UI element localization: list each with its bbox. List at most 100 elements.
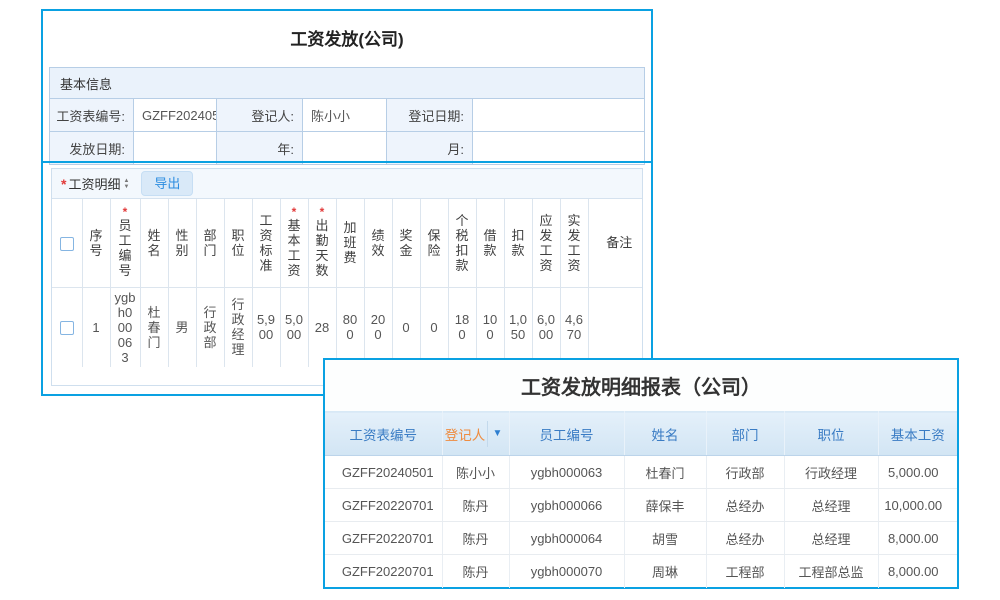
cell-insurance: 0 — [420, 287, 448, 367]
year-field[interactable] — [303, 132, 387, 165]
year-label: 年: — [217, 132, 303, 165]
col-emp-no: *员工编号 — [110, 199, 140, 287]
cell-base-salary: 5,000 — [280, 287, 308, 367]
col-deduction: 扣款 — [504, 199, 532, 287]
salary-detail-box: * 工资明细 ▲ ▼ 导出 — [51, 168, 643, 386]
col-gender: 性别 — [168, 199, 196, 287]
report-header-row: 工资表编号 登记人 ▼ 员工编号 姓名 部门 职位 基本工资 — [325, 412, 957, 456]
report-title: 工资发放明细报表（公司） — [325, 360, 957, 411]
register-date-label: 登记日期: — [387, 99, 473, 132]
cell-performance: 200 — [364, 287, 392, 367]
cell-bonus: 0 — [392, 287, 420, 367]
registrant-field[interactable]: 陈小小 — [303, 99, 387, 132]
report-col-dept[interactable]: 部门 — [706, 412, 784, 456]
base-salary-cell: 8,000.00 — [878, 522, 957, 555]
cell-dept: 行政部 — [196, 287, 224, 367]
cell-name: 杜春门 — [140, 287, 168, 367]
filter-dropdown-icon[interactable]: ▼ — [487, 421, 508, 447]
select-all-checkbox[interactable] — [60, 237, 74, 251]
cell-position: 行政经理 — [224, 287, 252, 367]
base-salary-cell: 8,000.00 — [878, 555, 957, 588]
month-field[interactable] — [473, 132, 645, 165]
select-all-cell — [52, 199, 82, 287]
col-seq: 序号 — [82, 199, 110, 287]
report-row: GZFF20240501 陈小小 ygbh000063 杜春门 行政部 行政经理… — [325, 456, 957, 489]
registrant-cell: 陈小小 — [442, 456, 509, 489]
dept-cell: 总经办 — [706, 522, 784, 555]
registrant-cell: 陈丹 — [442, 522, 509, 555]
detail-header-row: 序号 *员工编号 姓名 性别 部门 职位 工资标准 *基本工资 *出勤天数 加班… — [52, 199, 643, 287]
cell-remark — [588, 287, 643, 367]
base-salary-cell: 5,000.00 — [878, 456, 957, 489]
salary-sheet-no-link[interactable]: GZFF20220701 — [325, 522, 442, 555]
registrant-label: 登记人: — [217, 99, 303, 132]
report-col-registrant[interactable]: 登记人 ▼ — [442, 412, 509, 456]
dept-cell: 总经办 — [706, 489, 784, 522]
basic-info-section: 基本信息 工资表编号: GZFF20240501 登记人: 陈小小 登记日期: … — [43, 67, 651, 165]
register-date-field[interactable] — [473, 99, 645, 132]
row-checkbox[interactable] — [60, 321, 74, 335]
cell-deduction: 1,050 — [504, 287, 532, 367]
col-bonus: 奖金 — [392, 199, 420, 287]
employee-name-link[interactable]: 周琳 — [624, 555, 706, 588]
salary-detail-label: 工资明细 — [68, 174, 120, 193]
required-asterisk: * — [61, 176, 66, 192]
report-col-emp-no[interactable]: 员工编号 — [509, 412, 624, 456]
position-cell: 总经理 — [784, 522, 878, 555]
registrant-cell: 陈丹 — [442, 489, 509, 522]
col-tax-deduction: 个税扣款 — [448, 199, 476, 287]
dept-cell: 工程部 — [706, 555, 784, 588]
salary-detail-table: 序号 *员工编号 姓名 性别 部门 职位 工资标准 *基本工资 *出勤天数 加班… — [52, 199, 643, 367]
export-button[interactable]: 导出 — [141, 171, 193, 196]
salary-sheet-no-link[interactable]: GZFF20240501 — [325, 456, 442, 489]
registrant-cell: 陈丹 — [442, 555, 509, 588]
cell-seq: 1 — [82, 287, 110, 367]
cell-overtime-pay: 800 — [336, 287, 364, 367]
report-col-name[interactable]: 姓名 — [624, 412, 706, 456]
cell-net-pay: 4,670 — [560, 287, 588, 367]
report-row: GZFF20220701 陈丹 ygbh000070 周琳 工程部 工程部总监 … — [325, 555, 957, 588]
employee-name-link[interactable]: 薛保丰 — [624, 489, 706, 522]
col-gross-pay: 应发工资 — [532, 199, 560, 287]
position-cell: 总经理 — [784, 489, 878, 522]
col-dept: 部门 — [196, 199, 224, 287]
issue-date-field[interactable] — [134, 132, 217, 165]
base-salary-cell: 10,000.00 — [878, 489, 957, 522]
month-label: 月: — [387, 132, 473, 165]
payroll-app-page: 工资发放(公司) 基本信息 工资表编号: GZFF20240501 登记人: 陈… — [0, 0, 1000, 600]
report-col-base-salary[interactable]: 基本工资 — [878, 412, 957, 456]
salary-sheet-no-link[interactable]: GZFF20220701 — [325, 489, 442, 522]
emp-no-cell: ygbh000066 — [509, 489, 624, 522]
employee-name-link[interactable]: 杜春门 — [624, 456, 706, 489]
report-col-salary-sheet-no[interactable]: 工资表编号 — [325, 412, 442, 456]
cell-loan: 100 — [476, 287, 504, 367]
position-cell: 行政经理 — [784, 456, 878, 489]
required-asterisk: * — [313, 207, 332, 218]
col-performance: 绩效 — [364, 199, 392, 287]
col-base-salary: *基本工资 — [280, 199, 308, 287]
salary-sheet-no-label: 工资表编号: — [50, 99, 134, 132]
detail-data-row: 1 ygbh000063 杜春门 男 行政部 行政经理 5,900 5,000 … — [52, 287, 643, 367]
col-loan: 借款 — [476, 199, 504, 287]
cell-salary-standard: 5,900 — [252, 287, 280, 367]
report-table: 工资表编号 登记人 ▼ 员工编号 姓名 部门 职位 基本工资 G — [325, 411, 957, 588]
col-salary-standard: 工资标准 — [252, 199, 280, 287]
cell-attendance-days: 28 — [308, 287, 336, 367]
report-row: GZFF20220701 陈丹 ygbh000064 胡雪 总经办 总经理 8,… — [325, 522, 957, 555]
employee-name-link[interactable]: 胡雪 — [624, 522, 706, 555]
required-asterisk: * — [115, 207, 136, 218]
salary-sheet-no-field[interactable]: GZFF20240501 — [134, 99, 217, 132]
report-col-position[interactable]: 职位 — [784, 412, 878, 456]
sort-spinner-icon[interactable]: ▲ ▼ — [123, 178, 129, 190]
col-remark: 备注 — [588, 199, 643, 287]
cell-tax-deduction: 180 — [448, 287, 476, 367]
report-row: GZFF20220701 陈丹 ygbh000066 薛保丰 总经办 总经理 1… — [325, 489, 957, 522]
cell-gender: 男 — [168, 287, 196, 367]
salary-detail-toolbar: * 工资明细 ▲ ▼ 导出 — [52, 169, 642, 199]
col-overtime-pay: 加班费 — [336, 199, 364, 287]
col-position: 职位 — [224, 199, 252, 287]
cell-emp-no: ygbh000063 — [110, 287, 140, 367]
basic-info-section-title: 基本信息 — [50, 68, 645, 99]
salary-sheet-no-link[interactable]: GZFF20220701 — [325, 555, 442, 588]
emp-no-cell: ygbh000064 — [509, 522, 624, 555]
